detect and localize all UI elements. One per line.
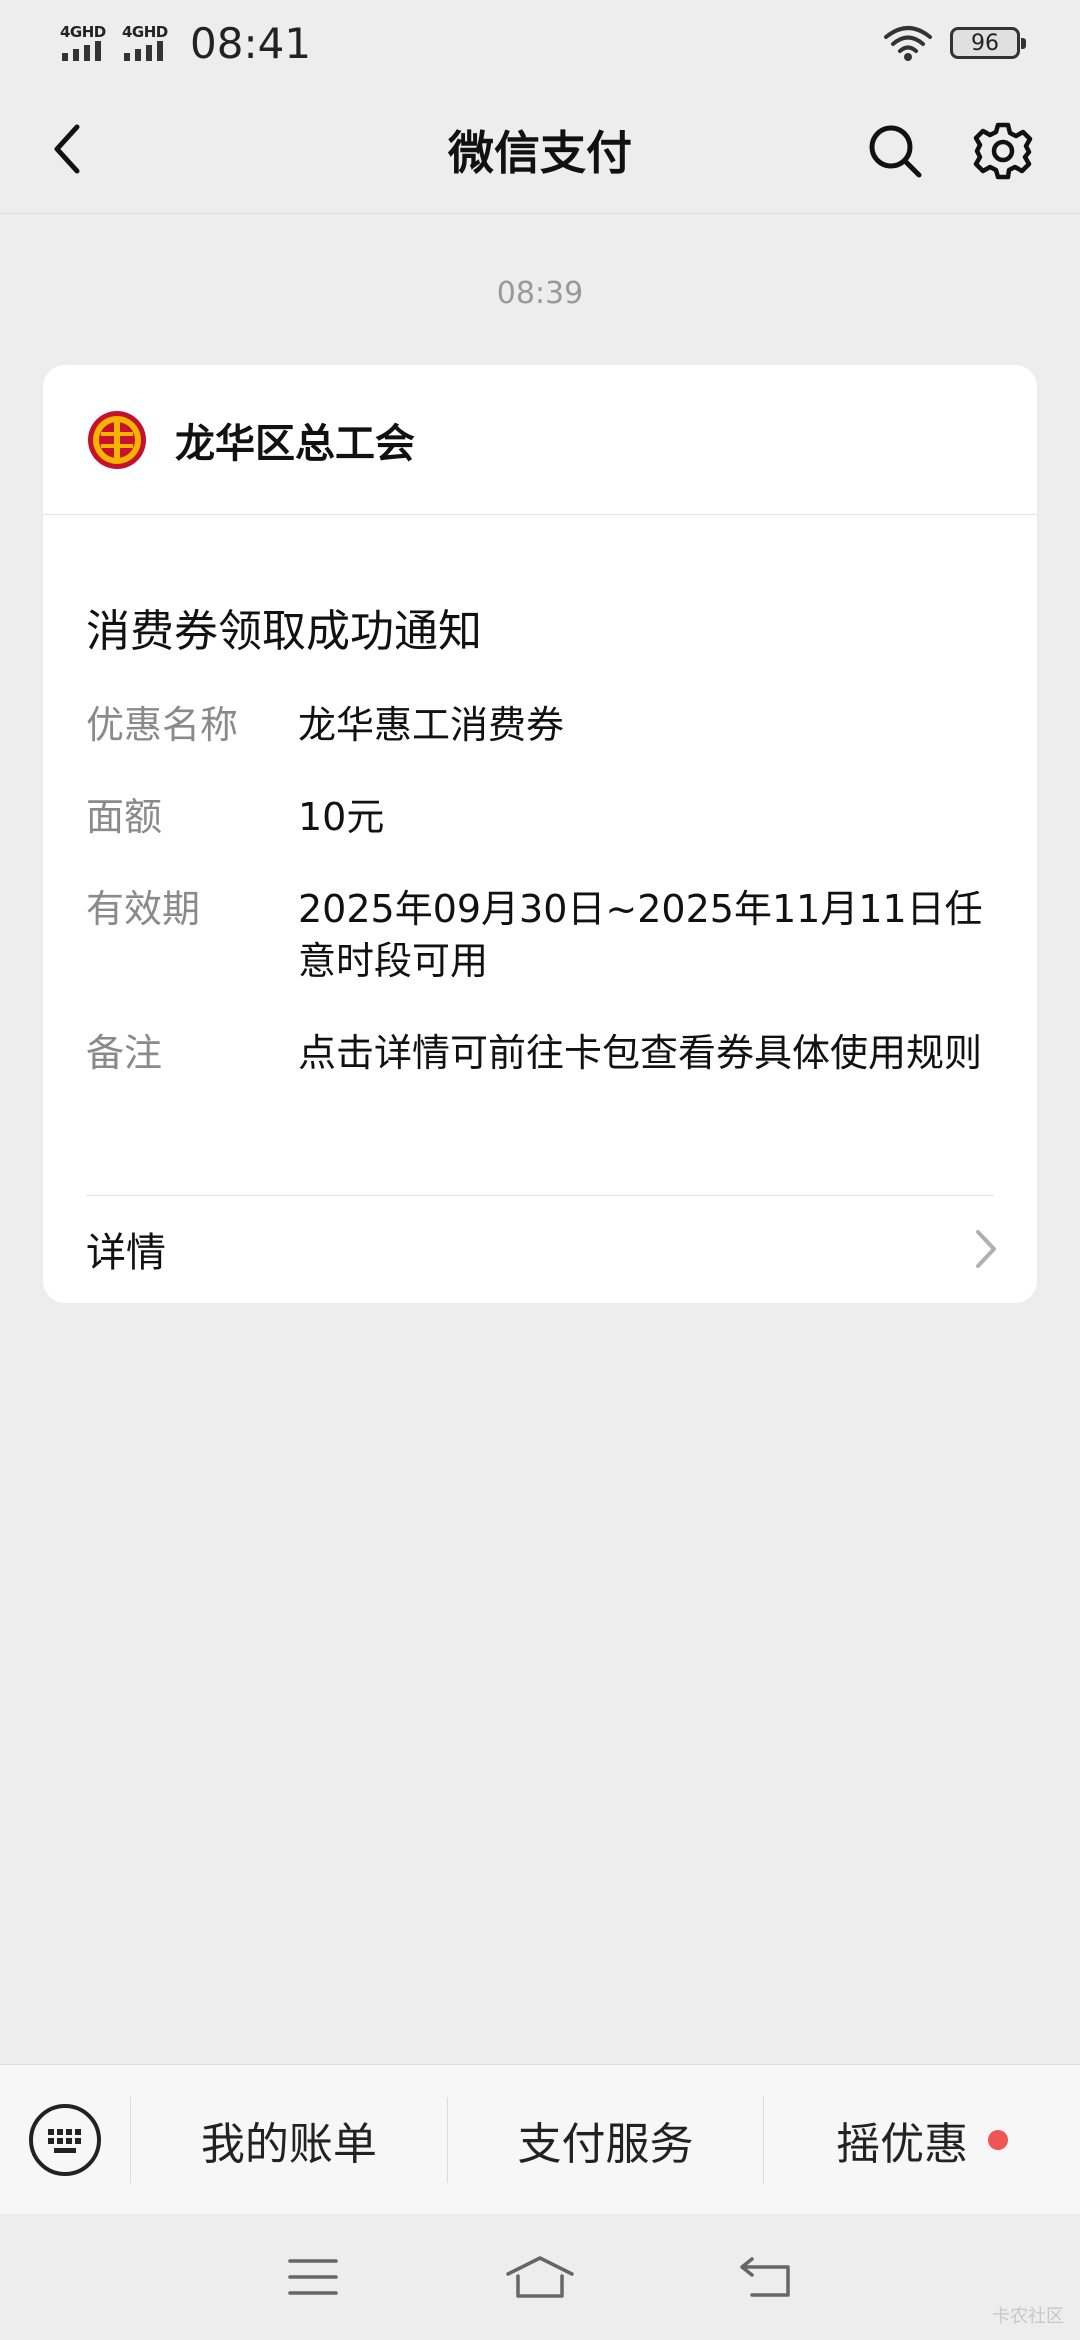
menu-label: 支付服务 bbox=[517, 2118, 694, 2170]
menu-payment-services[interactable]: 支付服务 bbox=[448, 2065, 764, 2215]
sender-name: 龙华区总工会 bbox=[175, 420, 415, 467]
info-row-remark: 备注 点击详情可前往卡包查看券具体使用规则 bbox=[86, 1027, 994, 1079]
battery-level: 96 bbox=[971, 30, 999, 56]
info-label: 面额 bbox=[86, 795, 163, 839]
wifi-icon bbox=[884, 26, 932, 61]
info-value: 2025年09月30日~2025年11月11日任意时段可用 bbox=[298, 887, 983, 983]
recent-apps-button[interactable] bbox=[273, 2237, 353, 2317]
info-label: 备注 bbox=[86, 1031, 163, 1075]
wechat-pay-chat-screen: 4GHD 4GHD 08:41 96 微信支付 08:39 龙华区总工会 消费券… bbox=[0, 0, 1080, 2340]
info-row-coupon-name: 优惠名称 龙华惠工消费券 bbox=[86, 699, 994, 751]
menu-icon bbox=[288, 2259, 339, 2295]
gear-icon bbox=[973, 122, 1033, 180]
system-nav-bar bbox=[0, 2214, 1080, 2340]
keyboard-toggle-button[interactable] bbox=[0, 2065, 130, 2215]
message-timestamp: 08:39 bbox=[496, 276, 584, 311]
battery-icon: 96 bbox=[950, 27, 1026, 59]
notification-card[interactable]: 龙华区总工会 消费券领取成功通知 优惠名称 龙华惠工消费券 面额 10元 有效期… bbox=[43, 365, 1037, 1303]
network-type-label: 4GHD bbox=[122, 23, 168, 41]
keyboard-icon bbox=[29, 2103, 101, 2176]
nav-bar: 微信支付 bbox=[0, 86, 1080, 214]
info-label: 优惠名称 bbox=[86, 703, 239, 747]
home-icon bbox=[506, 2256, 574, 2298]
details-link[interactable]: 详情 bbox=[43, 1196, 1037, 1302]
page-title: 微信支付 bbox=[448, 125, 632, 180]
status-right: 96 bbox=[882, 23, 1026, 63]
info-value: 点击详情可前往卡包查看券具体使用规则 bbox=[298, 1031, 983, 1075]
system-back-button[interactable] bbox=[727, 2237, 807, 2317]
menu-label: 摇优惠 bbox=[836, 2118, 969, 2170]
chevron-right-icon bbox=[976, 1230, 996, 1268]
info-row-amount: 面额 10元 bbox=[86, 791, 994, 843]
menu-shake-offers[interactable]: 摇优惠 bbox=[764, 2065, 1080, 2215]
status-bar: 4GHD 4GHD 08:41 96 bbox=[0, 0, 1080, 86]
card-header[interactable]: 龙华区总工会 bbox=[43, 365, 1037, 515]
back-button[interactable] bbox=[32, 114, 102, 184]
info-row-validity: 有效期 2025年09月30日~2025年11月11日任意时段可用 bbox=[86, 883, 994, 987]
details-label: 详情 bbox=[86, 1230, 166, 1276]
union-logo-icon bbox=[88, 410, 146, 469]
status-time: 08:41 bbox=[190, 18, 312, 68]
signal-bars-icon bbox=[62, 41, 101, 61]
signal-bars-icon bbox=[124, 41, 163, 61]
signal-2: 4GHD bbox=[122, 23, 170, 63]
settings-button[interactable] bbox=[968, 116, 1038, 186]
bottom-menu: 我的账单 支付服务 摇优惠 bbox=[0, 2064, 1080, 2214]
back-icon bbox=[739, 2257, 790, 2297]
network-type-label: 4GHD bbox=[60, 23, 106, 41]
info-value: 10元 bbox=[298, 795, 385, 839]
status-left: 4GHD 4GHD 08:41 bbox=[60, 19, 311, 68]
search-icon bbox=[869, 125, 922, 178]
search-button[interactable] bbox=[860, 116, 930, 186]
unread-dot bbox=[988, 2129, 1009, 2150]
menu-my-bills[interactable]: 我的账单 bbox=[131, 2065, 447, 2215]
notice-title: 消费券领取成功通知 bbox=[86, 606, 482, 657]
info-label: 有效期 bbox=[86, 887, 201, 931]
info-value: 龙华惠工消费券 bbox=[298, 703, 565, 747]
home-button[interactable] bbox=[500, 2237, 580, 2317]
card-body: 消费券领取成功通知 优惠名称 龙华惠工消费券 面额 10元 有效期 2025年0… bbox=[43, 595, 1037, 1079]
signal-1: 4GHD bbox=[60, 23, 108, 63]
watermark: 卡农社区 bbox=[992, 2306, 1064, 2327]
back-arrow-icon bbox=[54, 124, 80, 174]
menu-label: 我的账单 bbox=[200, 2118, 377, 2170]
